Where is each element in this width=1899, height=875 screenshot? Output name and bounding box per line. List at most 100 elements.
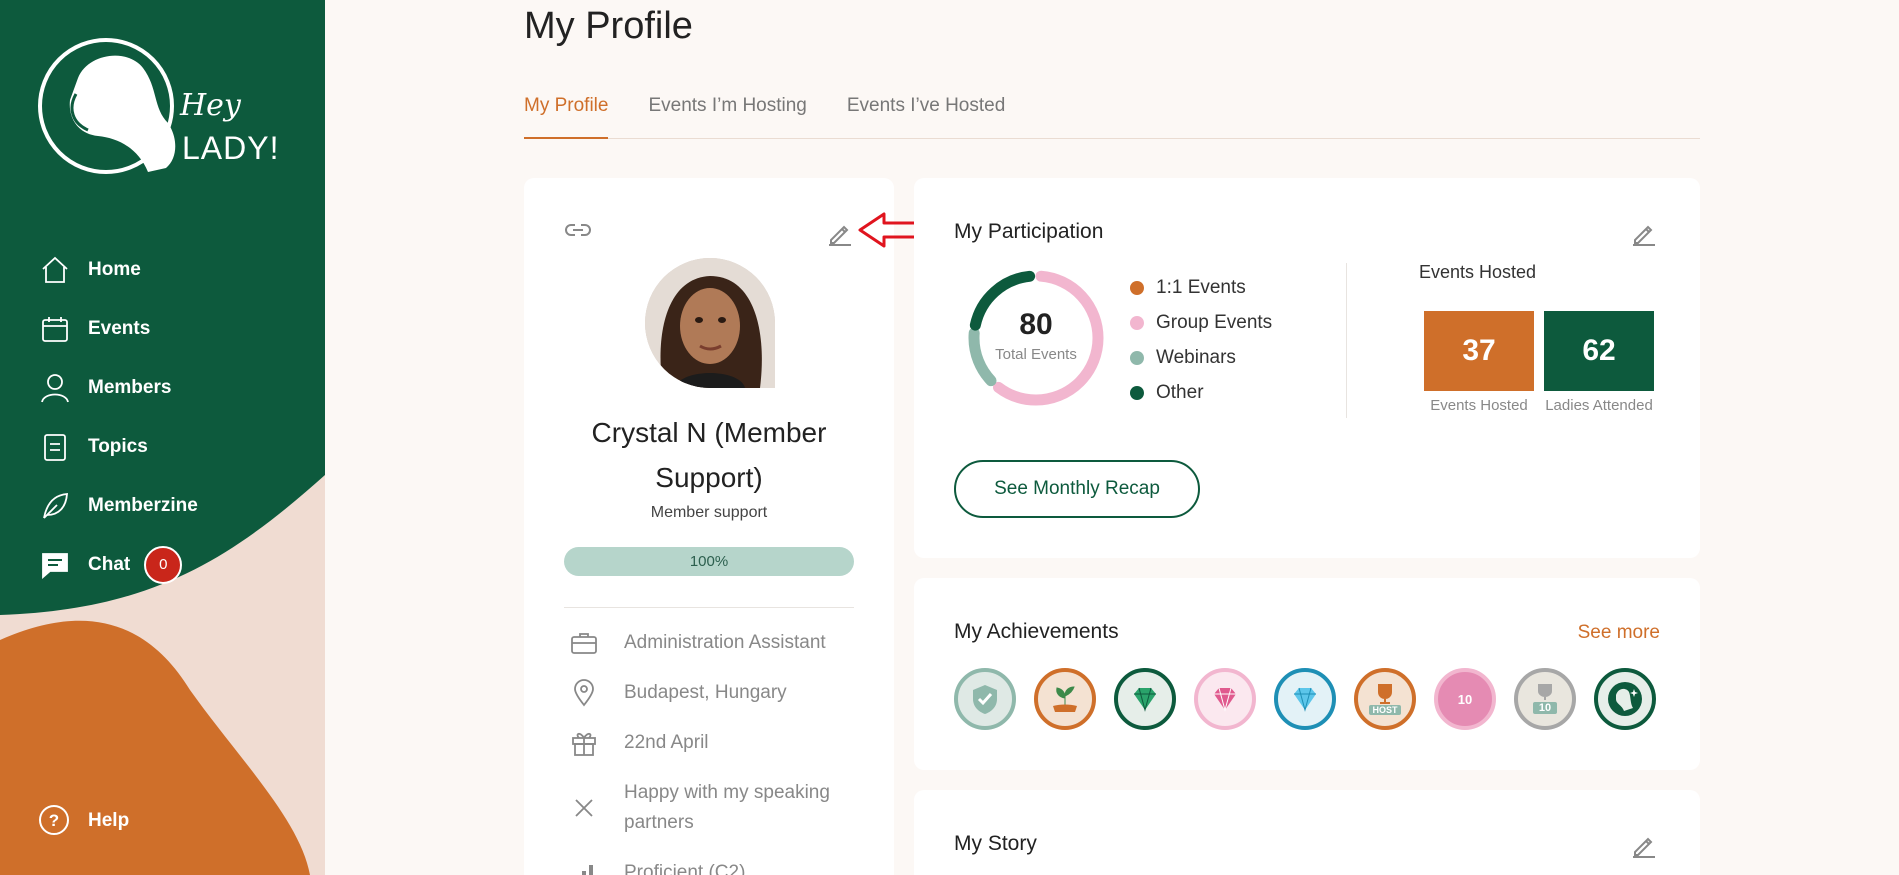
tab-events-hosting[interactable]: Events I’m Hosting (648, 93, 806, 139)
chat-unread-badge: 0 (144, 545, 183, 584)
sidebar: Hey LADY! Home Events Members Topics Mem… (0, 0, 325, 875)
blue-gem-icon[interactable] (1274, 668, 1336, 730)
achievement-badges: HOST 10 10 (954, 668, 1674, 730)
achievements-title: My Achievements (954, 620, 1119, 643)
shield-check-icon[interactable] (954, 668, 1016, 730)
tab-events-hosted[interactable]: Events I’ve Hosted (847, 93, 1005, 139)
profile-tabs: My Profile Events I’m Hosting Events I’v… (524, 93, 1700, 139)
achievements-card: My Achievements See more HOST 10 10 (914, 578, 1700, 770)
badge-text: 10 (1457, 691, 1473, 707)
badge-text: HOST (1369, 705, 1401, 715)
participation-title: My Participation (954, 220, 1104, 243)
host-trophy-icon[interactable]: HOST (1354, 668, 1416, 730)
legend-item: 1:1 Events (1130, 270, 1272, 305)
legend-label: Group Events (1156, 311, 1273, 333)
sidebar-item-home[interactable]: Home (38, 240, 198, 299)
tab-my-profile[interactable]: My Profile (524, 93, 609, 139)
profile-name: Crystal N (Member Support) (591, 417, 827, 493)
events-hosted-title: Events Hosted (1419, 262, 1537, 282)
see-more-link[interactable]: See more (1578, 622, 1660, 644)
sidebar-item-label: Memberzine (88, 494, 198, 516)
briefcase-icon (564, 628, 604, 658)
leaf-icon (38, 489, 72, 523)
sidebar-item-label: Topics (88, 435, 148, 457)
hey-lady-logo[interactable]: Hey LADY! (38, 38, 298, 178)
close-icon (564, 778, 604, 838)
user-icon (38, 371, 72, 405)
sidebar-item-events[interactable]: Events (38, 299, 198, 358)
edit-profile-icon[interactable] (827, 220, 853, 251)
profile-completion-bar: 100% (564, 547, 854, 576)
document-icon (38, 430, 72, 464)
emerald-icon[interactable] (1114, 668, 1176, 730)
sidebar-item-topics[interactable]: Topics (38, 417, 198, 476)
sidebar-item-label: Events (88, 317, 151, 339)
profile-detail-text: Happy with my speaking partners (624, 782, 830, 833)
lady-sparkle-icon[interactable] (1594, 668, 1656, 730)
sidebar-item-memberzine[interactable]: Memberzine (38, 476, 198, 535)
sidebar-item-help[interactable]: ? Help (38, 804, 129, 838)
trophy-10-icon[interactable]: 10 (1514, 668, 1576, 730)
badge-text: 10 (1532, 702, 1558, 714)
edit-participation-icon[interactable] (1631, 220, 1657, 251)
participation-legend: 1:1 Events Group Events Webinars Other (1130, 270, 1272, 410)
logo-lady-text: LADY! (182, 130, 280, 166)
profile-detail-text: Administration Assistant (624, 632, 826, 653)
events-hosted-label: Events Hosted (1430, 397, 1528, 414)
legend-label: Other (1156, 381, 1204, 403)
total-events-value: 80 (1019, 308, 1053, 341)
legend-dot (1130, 385, 1144, 400)
participation-divider (1346, 263, 1347, 418)
chat-icon (38, 548, 72, 582)
profile-detail-text: Budapest, Hungary (624, 682, 787, 703)
profile-detail-location: Budapest, Hungary (564, 678, 864, 708)
profile-detail-birthday: 22nd April (564, 728, 864, 758)
legend-item: Group Events (1130, 305, 1272, 340)
profile-detail-text: 22nd April (624, 732, 709, 753)
profile-detail-status: Happy with my speaking partners (564, 778, 864, 838)
sprout-icon[interactable] (1034, 668, 1096, 730)
profile-divider (564, 607, 854, 608)
profile-card: Crystal N (Member Support) Member suppor… (524, 178, 894, 875)
participation-card: My Participation 80 Total Events 1:1 Eve… (914, 178, 1700, 558)
avatar (645, 258, 775, 388)
calendar-icon (38, 312, 72, 346)
profile-detail-job: Administration Assistant (564, 628, 864, 658)
events-hosted-stat: 37 (1424, 311, 1534, 391)
see-monthly-recap-button[interactable]: See Monthly Recap (954, 460, 1200, 518)
page-title: My Profile (524, 5, 693, 47)
sidebar-item-label: Chat (88, 553, 131, 575)
edit-story-icon[interactable] (1631, 832, 1657, 863)
sidebar-item-members[interactable]: Members (38, 358, 198, 417)
total-events-label: Total Events (995, 346, 1077, 363)
legend-label: 1:1 Events (1156, 276, 1246, 298)
logo-hey-text: Hey (180, 88, 241, 123)
story-title: My Story (954, 832, 1037, 855)
sidebar-item-chat[interactable]: Chat 0 (38, 535, 198, 594)
level-icon (564, 858, 604, 875)
home-icon (38, 253, 72, 287)
legend-item: Webinars (1130, 340, 1272, 375)
sidebar-item-label: Members (88, 376, 172, 398)
legend-item: Other (1130, 375, 1272, 410)
link-icon[interactable] (564, 220, 592, 245)
pink-gem-icon[interactable] (1194, 668, 1256, 730)
svg-text:?: ? (49, 811, 59, 830)
ladies-attended-stat: 62 (1544, 311, 1654, 391)
profile-detail-text: Proficient (C2) (624, 862, 746, 875)
legend-label: Webinars (1156, 346, 1236, 368)
sidebar-item-label: Home (88, 258, 141, 280)
ladies-attended-label: Ladies Attended (1545, 397, 1653, 414)
location-icon (564, 678, 604, 708)
help-icon: ? (38, 804, 72, 838)
profile-role: Member support (650, 504, 768, 521)
profile-detail-level: Proficient (C2) (564, 858, 864, 875)
help-label: Help (88, 810, 130, 831)
legend-dot (1130, 315, 1144, 330)
ribbon-10-icon[interactable]: 10 (1434, 668, 1496, 730)
legend-dot (1130, 350, 1144, 365)
sidebar-nav: Home Events Members Topics Memberzine Ch… (38, 240, 198, 594)
gift-icon (564, 728, 604, 758)
story-card: My Story (914, 790, 1700, 875)
legend-dot (1130, 280, 1144, 295)
